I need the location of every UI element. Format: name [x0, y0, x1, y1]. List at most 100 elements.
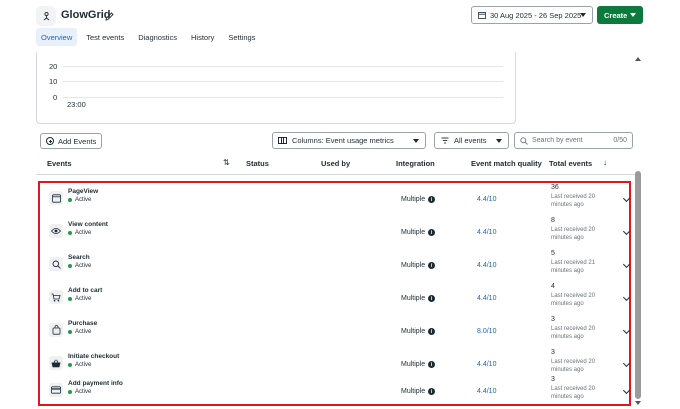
tab-bar: Overview Test events Diagnostics History…: [36, 28, 264, 46]
columns-dropdown[interactable]: Columns: Event usage metrics: [272, 132, 426, 149]
total-events-count: 3: [551, 349, 555, 356]
tab-settings[interactable]: Settings: [223, 28, 260, 46]
filter-label: All events: [454, 136, 487, 145]
info-icon[interactable]: i: [428, 295, 436, 302]
status-label: Active: [75, 230, 92, 236]
info-icon[interactable]: i: [428, 196, 436, 203]
info-icon[interactable]: i: [428, 328, 436, 335]
status-label: Active: [75, 329, 92, 335]
column-header-event-match-quality[interactable]: Event match quality: [471, 159, 542, 168]
scroll-up-arrow-icon[interactable]: [635, 57, 641, 61]
tab-diagnostics[interactable]: Diagnostics: [133, 28, 182, 46]
integration-cell: Multiple i: [401, 361, 436, 368]
chevron-down-icon: [413, 139, 419, 143]
columns-icon: [278, 137, 287, 144]
table-row[interactable]: Add payment info Active Multiple i 4.4/10…: [40, 375, 633, 408]
status-dot: [68, 330, 72, 334]
table-row[interactable]: PageView Active Multiple i 4.4/10 36 Last…: [40, 183, 633, 216]
table-row[interactable]: Add to cart Active Multiple i 4.4/10 4 La…: [40, 282, 633, 315]
integration-label: Multiple: [401, 328, 426, 335]
event-name[interactable]: PageView: [68, 188, 98, 195]
event-status: Active: [68, 296, 91, 302]
event-name[interactable]: Add to cart: [68, 287, 102, 294]
event-status: Active: [68, 197, 91, 203]
y-tick-label: 10: [49, 77, 58, 86]
info-icon[interactable]: i: [428, 262, 436, 269]
event-match-quality[interactable]: 4.4/10: [477, 196, 496, 203]
event-status: Active: [68, 230, 91, 236]
status-dot: [68, 231, 72, 235]
event-name[interactable]: Search: [68, 254, 90, 261]
create-label: Create: [604, 10, 628, 20]
status-dot: [68, 297, 72, 301]
event-match-quality[interactable]: 8.0/10: [477, 328, 496, 335]
tab-overview[interactable]: Overview: [36, 28, 78, 46]
table-row[interactable]: Search Active Multiple i 4.4/10 5 Last re…: [40, 249, 633, 282]
chevron-down-icon[interactable]: [622, 227, 631, 236]
chevron-down-icon[interactable]: [622, 359, 631, 368]
last-received: Last received 21 minutes ago: [551, 260, 596, 274]
calendar-icon: [478, 12, 486, 19]
chevron-down-icon[interactable]: [622, 293, 631, 302]
date-range-picker[interactable]: 30 Aug 2025 - 26 Sep 2025: [471, 6, 593, 24]
integration-cell: Multiple i: [401, 328, 436, 335]
event-match-quality[interactable]: 4.4/10: [477, 262, 496, 269]
column-header-used-by[interactable]: Used by: [321, 159, 350, 168]
filter-icon: [441, 137, 449, 144]
integration-cell: Multiple i: [401, 388, 436, 395]
chevron-down-icon[interactable]: [622, 386, 631, 395]
search-char-count: 0/50: [613, 137, 627, 144]
search-input[interactable]: [532, 137, 604, 144]
cart-icon: [49, 290, 63, 304]
event-match-quality[interactable]: 4.4/10: [477, 229, 496, 236]
event-name[interactable]: Initiate checkout: [68, 353, 119, 360]
integration-label: Multiple: [401, 229, 426, 236]
scrollbar-thumb[interactable]: [635, 171, 641, 399]
event-status: Active: [68, 329, 91, 335]
integration-label: Multiple: [401, 262, 426, 269]
date-range-label: 30 Aug 2025 - 26 Sep 2025: [490, 10, 582, 20]
table-row[interactable]: Purchase Active Multiple i 8.0/10 3 Last …: [40, 315, 633, 348]
pencil-icon[interactable]: [104, 9, 115, 21]
chevron-down-icon[interactable]: [622, 326, 631, 335]
event-name[interactable]: Add payment info: [68, 380, 123, 387]
y-tick-label: 20: [49, 62, 58, 71]
integration-cell: Multiple i: [401, 262, 436, 269]
column-header-status[interactable]: Status: [246, 159, 269, 168]
integration-label: Multiple: [401, 361, 426, 368]
event-match-quality[interactable]: 4.4/10: [477, 361, 496, 368]
info-icon[interactable]: i: [428, 229, 436, 236]
table-row[interactable]: View content Active Multiple i 4.4/10 8 L…: [40, 216, 633, 249]
chevron-down-icon[interactable]: [622, 194, 631, 203]
plus-circle-icon: [46, 137, 54, 145]
info-icon[interactable]: i: [428, 388, 436, 395]
scroll-down-arrow-icon[interactable]: [635, 401, 641, 405]
chevron-down-icon[interactable]: [622, 260, 631, 269]
column-header-events[interactable]: Events: [47, 159, 72, 168]
event-search[interactable]: 0/50: [514, 132, 633, 149]
x-tick-label: 23:00: [67, 100, 86, 109]
add-events-button[interactable]: Add Events: [40, 133, 102, 149]
status-dot: [68, 198, 72, 202]
event-name[interactable]: View content: [68, 221, 108, 228]
event-filter-dropdown[interactable]: All events: [434, 132, 509, 149]
column-header-total-events[interactable]: Total events: [549, 159, 592, 168]
grid-line: [63, 81, 503, 82]
column-header-integration[interactable]: Integration: [396, 159, 435, 168]
last-received: Last received 20 minutes ago: [551, 326, 596, 340]
event-match-quality[interactable]: 4.4/10: [477, 388, 496, 395]
tab-history[interactable]: History: [186, 28, 219, 46]
event-name[interactable]: Purchase: [68, 320, 97, 327]
last-received: Last received 20 minutes ago: [551, 386, 596, 400]
event-status: Active: [68, 389, 91, 395]
events-table-header: Events ⇅ Status Used by Integration Even…: [36, 154, 636, 172]
tab-test-events[interactable]: Test events: [81, 28, 129, 46]
sort-arrow-down-icon[interactable]: ↓: [603, 158, 607, 167]
status-label: Active: [75, 197, 92, 203]
search-icon: [49, 257, 63, 271]
info-icon[interactable]: i: [428, 361, 436, 368]
event-match-quality[interactable]: 4.4/10: [477, 295, 496, 302]
sort-icon[interactable]: ⇅: [223, 158, 230, 167]
event-status: Active: [68, 362, 91, 368]
create-button[interactable]: Create: [597, 6, 643, 24]
